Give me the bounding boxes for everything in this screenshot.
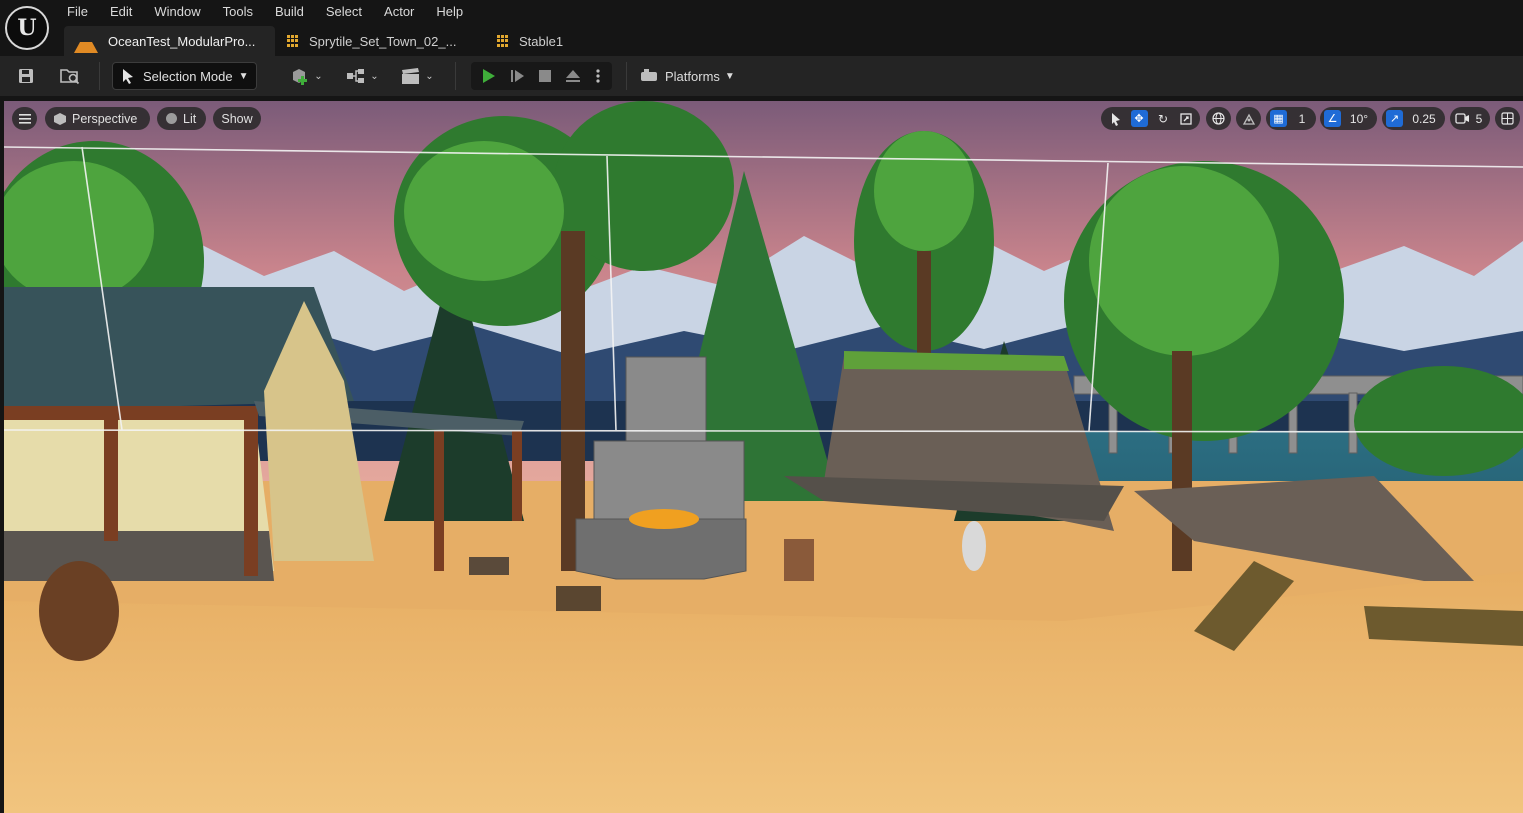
grid-snap-value[interactable]: 1 <box>1291 107 1313 130</box>
scale-snap-value[interactable]: 0.25 <box>1407 107 1441 130</box>
viewport-layout-button[interactable] <box>1497 107 1518 130</box>
quick-add-button[interactable]: ⌄ <box>285 62 327 90</box>
rotation-snap-toggle[interactable]: ∠ <box>1322 107 1343 130</box>
scale-snap-toggle[interactable]: ↗ <box>1384 107 1405 130</box>
browse-content-button[interactable] <box>56 62 84 90</box>
platforms-label: Platforms <box>665 68 720 84</box>
show-label: Show <box>221 111 253 126</box>
camera-speed-button[interactable] <box>1453 107 1471 130</box>
grid-snap-toggle[interactable]: ▦ <box>1268 107 1289 130</box>
menu-tools[interactable]: Tools <box>212 0 264 24</box>
chevron-down-icon: ⌄ <box>314 70 323 82</box>
rotate-tool-button[interactable]: ↻ <box>1153 107 1173 130</box>
selection-mode-label: Selection Mode <box>143 68 233 84</box>
cube-icon <box>54 112 66 125</box>
scale-icon <box>1180 112 1192 125</box>
viewport-options-button[interactable] <box>12 107 37 130</box>
level-viewport[interactable]: Perspective Lit Show ✥ ↻ ▦ 1 ∠ 10° ↗ 0.2… <box>4 101 1523 813</box>
perspective-button[interactable]: Perspective <box>45 107 150 130</box>
translate-tool-button[interactable]: ✥ <box>1128 107 1150 130</box>
grid-icon: ▦ <box>1270 110 1287 127</box>
save-icon <box>19 69 33 83</box>
eject-button[interactable] <box>560 62 586 90</box>
menu-help[interactable]: Help <box>425 0 474 24</box>
world-space-button[interactable] <box>1208 107 1229 130</box>
play-icon <box>483 69 495 83</box>
play-button[interactable] <box>475 62 501 90</box>
chevron-down-icon: ▼ <box>238 70 249 82</box>
eject-icon <box>566 70 580 82</box>
level-icon <box>74 30 98 53</box>
scene-render <box>4 101 1523 813</box>
layout-grid-icon <box>1501 112 1514 125</box>
play-options-button[interactable] <box>588 62 608 90</box>
blueprint-icon <box>347 69 365 83</box>
tab-oceantest[interactable]: OceanTest_ModularPro... <box>64 26 275 56</box>
rotate-icon: ↻ <box>1157 111 1169 126</box>
toolbar-separator <box>455 62 456 90</box>
rotation-snap-value[interactable]: 10° <box>1345 107 1373 130</box>
more-vertical-icon <box>596 69 600 83</box>
chevron-down-icon: ⌄ <box>370 70 379 82</box>
main-toolbar: Selection Mode ▼ ⌄ ⌄ ⌄ Platforms ▼ <box>0 56 1523 96</box>
play-controls <box>471 62 612 90</box>
select-tool-button[interactable] <box>1106 107 1126 130</box>
camera-speed-value[interactable]: 5 <box>1471 107 1487 130</box>
move-arrows-icon: ✥ <box>1130 110 1148 127</box>
tab-stable1[interactable]: Stable1 <box>485 26 605 56</box>
chevron-down-icon: ▼ <box>724 70 735 82</box>
lit-sphere-icon <box>166 113 177 124</box>
advance-frame-icon <box>511 70 524 82</box>
platforms-dropdown[interactable]: Platforms ▼ <box>640 62 735 90</box>
stop-icon <box>539 70 551 82</box>
stop-button[interactable] <box>532 62 558 90</box>
menu-bar: File Edit Window Tools Build Select Acto… <box>56 0 474 24</box>
menu-select[interactable]: Select <box>315 0 373 24</box>
selection-mode-dropdown[interactable]: Selection Mode ▼ <box>112 62 257 90</box>
menu-file[interactable]: File <box>56 0 99 24</box>
globe-icon <box>1212 112 1225 125</box>
unreal-logo-icon[interactable]: U <box>5 6 49 50</box>
menu-edit[interactable]: Edit <box>99 0 143 24</box>
add-actor-icon <box>293 69 308 85</box>
platforms-icon <box>641 69 657 81</box>
blueprints-button[interactable]: ⌄ <box>342 62 382 90</box>
toolbar-separator <box>99 62 100 90</box>
chevron-down-icon: ⌄ <box>425 70 434 82</box>
menu-actor[interactable]: Actor <box>373 0 425 24</box>
surface-snapping-button[interactable] <box>1238 107 1259 130</box>
tab-sprytile-set[interactable]: Sprytile_Set_Town_02_... <box>275 26 485 56</box>
surface-snap-icon <box>1242 113 1255 125</box>
tab-label: Sprytile_Set_Town_02_... <box>309 33 457 49</box>
tab-label: Stable1 <box>519 33 564 49</box>
hamburger-menu-icon <box>18 113 31 124</box>
view-mode-lit-button[interactable]: Lit <box>157 107 206 130</box>
perspective-label: Perspective <box>72 111 138 126</box>
advance-frame-button[interactable] <box>504 62 530 90</box>
cursor-icon <box>123 69 133 84</box>
cursor-icon <box>1112 112 1120 126</box>
tileset-grid-icon <box>287 35 299 47</box>
save-button[interactable] <box>14 62 38 90</box>
toolbar-separator <box>626 62 627 90</box>
document-tabs: OceanTest_ModularPro... Sprytile_Set_Tow… <box>64 26 605 56</box>
camera-icon <box>1454 113 1469 124</box>
tileset-grid-icon <box>497 35 509 47</box>
angle-icon: ∠ <box>1324 110 1341 127</box>
lit-label: Lit <box>183 111 197 126</box>
tab-label: OceanTest_ModularPro... <box>108 33 256 49</box>
menu-window[interactable]: Window <box>143 0 211 24</box>
show-flags-button[interactable]: Show <box>213 107 261 130</box>
clapperboard-icon <box>402 68 420 84</box>
scale-tool-button[interactable] <box>1176 107 1196 130</box>
scale-arrow-icon: ↗ <box>1386 110 1403 127</box>
menu-build[interactable]: Build <box>264 0 315 24</box>
folder-search-icon <box>60 69 80 85</box>
cinematics-button[interactable]: ⌄ <box>397 62 437 90</box>
title-bar: U File Edit Window Tools Build Select Ac… <box>0 0 1523 56</box>
